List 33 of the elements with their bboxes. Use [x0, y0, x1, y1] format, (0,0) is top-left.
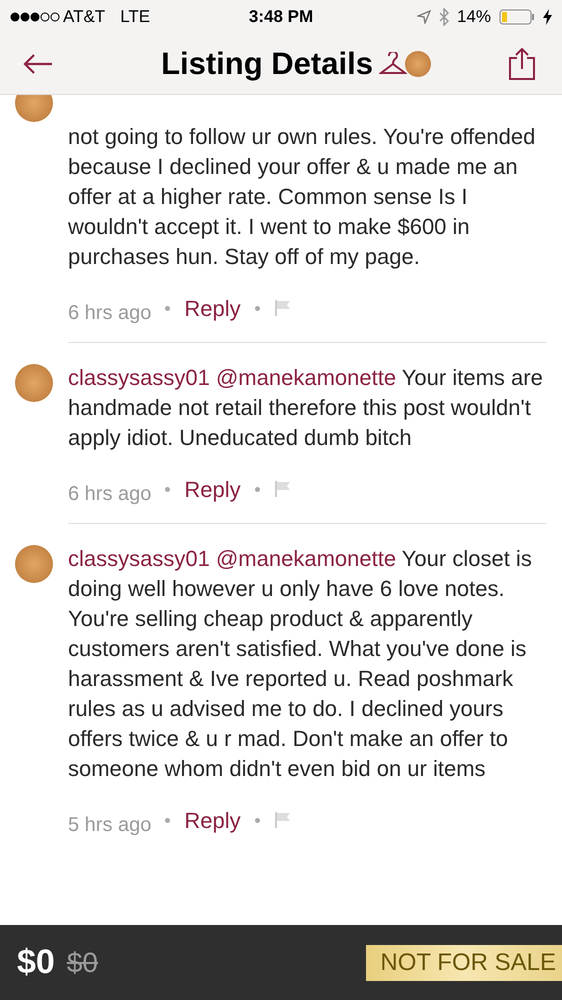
hanger-icon[interactable] — [378, 52, 407, 76]
battery-icon — [499, 9, 535, 25]
timestamp: 6 hrs ago — [68, 482, 152, 507]
username-link[interactable]: classysassy01 — [68, 365, 210, 390]
timestamp: 5 hrs ago — [68, 813, 152, 838]
clock-text: 3:48 PM — [248, 6, 314, 28]
charging-icon — [543, 9, 552, 25]
reply-link[interactable]: Reply — [184, 472, 241, 506]
not-for-sale-badge: NOT FOR SALE — [366, 945, 562, 981]
reply-link[interactable]: Reply — [184, 804, 241, 836]
comment-text: classysassy01 @manekamonette Your items are handmade not retail therefore this post wouldn't apply idiot. Uneducated dumb bitch — [68, 364, 544, 452]
reply-link[interactable]: Reply — [184, 292, 241, 324]
avatar[interactable] — [15, 95, 53, 122]
comment-text: classysassy01 @manekamonette Your closet is doing well however u only have 6 love notes. You're selling cheap product & apparently customers aren't satisfied. What you've done is harassment & Ive reported u. Read poshmark rules as u advised me to do. I declined yours offers twice & u r mad. Don't make an offer to someone whom didn't even bid on ur items — [68, 545, 533, 783]
battery-text: 14% — [456, 6, 491, 28]
network-text: LTE — [120, 6, 150, 28]
flag-icon[interactable] — [274, 299, 292, 317]
original-price-text: $0 — [66, 946, 98, 980]
flag-icon[interactable] — [274, 480, 292, 498]
flag-icon[interactable] — [274, 811, 292, 829]
page-title: Listing Details — [161, 44, 373, 83]
comment-text: not going to follow ur own rules. You're offended because I declined your offer & u made me an offer at a higher rate. Common sense Is I wouldn't accept it. I went to make $600 in purchases hun. Stay off of my page. — [68, 123, 536, 271]
price-text: $0 — [17, 942, 55, 983]
mention-link[interactable]: @manekamonette — [216, 365, 396, 390]
mention-link[interactable]: @manekamonette — [216, 546, 396, 571]
bluetooth-icon — [438, 8, 449, 26]
timestamp: 6 hrs ago — [68, 301, 152, 326]
signal-icon — [10, 12, 60, 22]
avatar[interactable] — [15, 364, 53, 402]
location-icon — [416, 10, 431, 24]
carrier-text: AT&T — [63, 6, 106, 28]
avatar[interactable] — [15, 545, 53, 583]
username-link[interactable]: classysassy01 — [68, 546, 210, 571]
